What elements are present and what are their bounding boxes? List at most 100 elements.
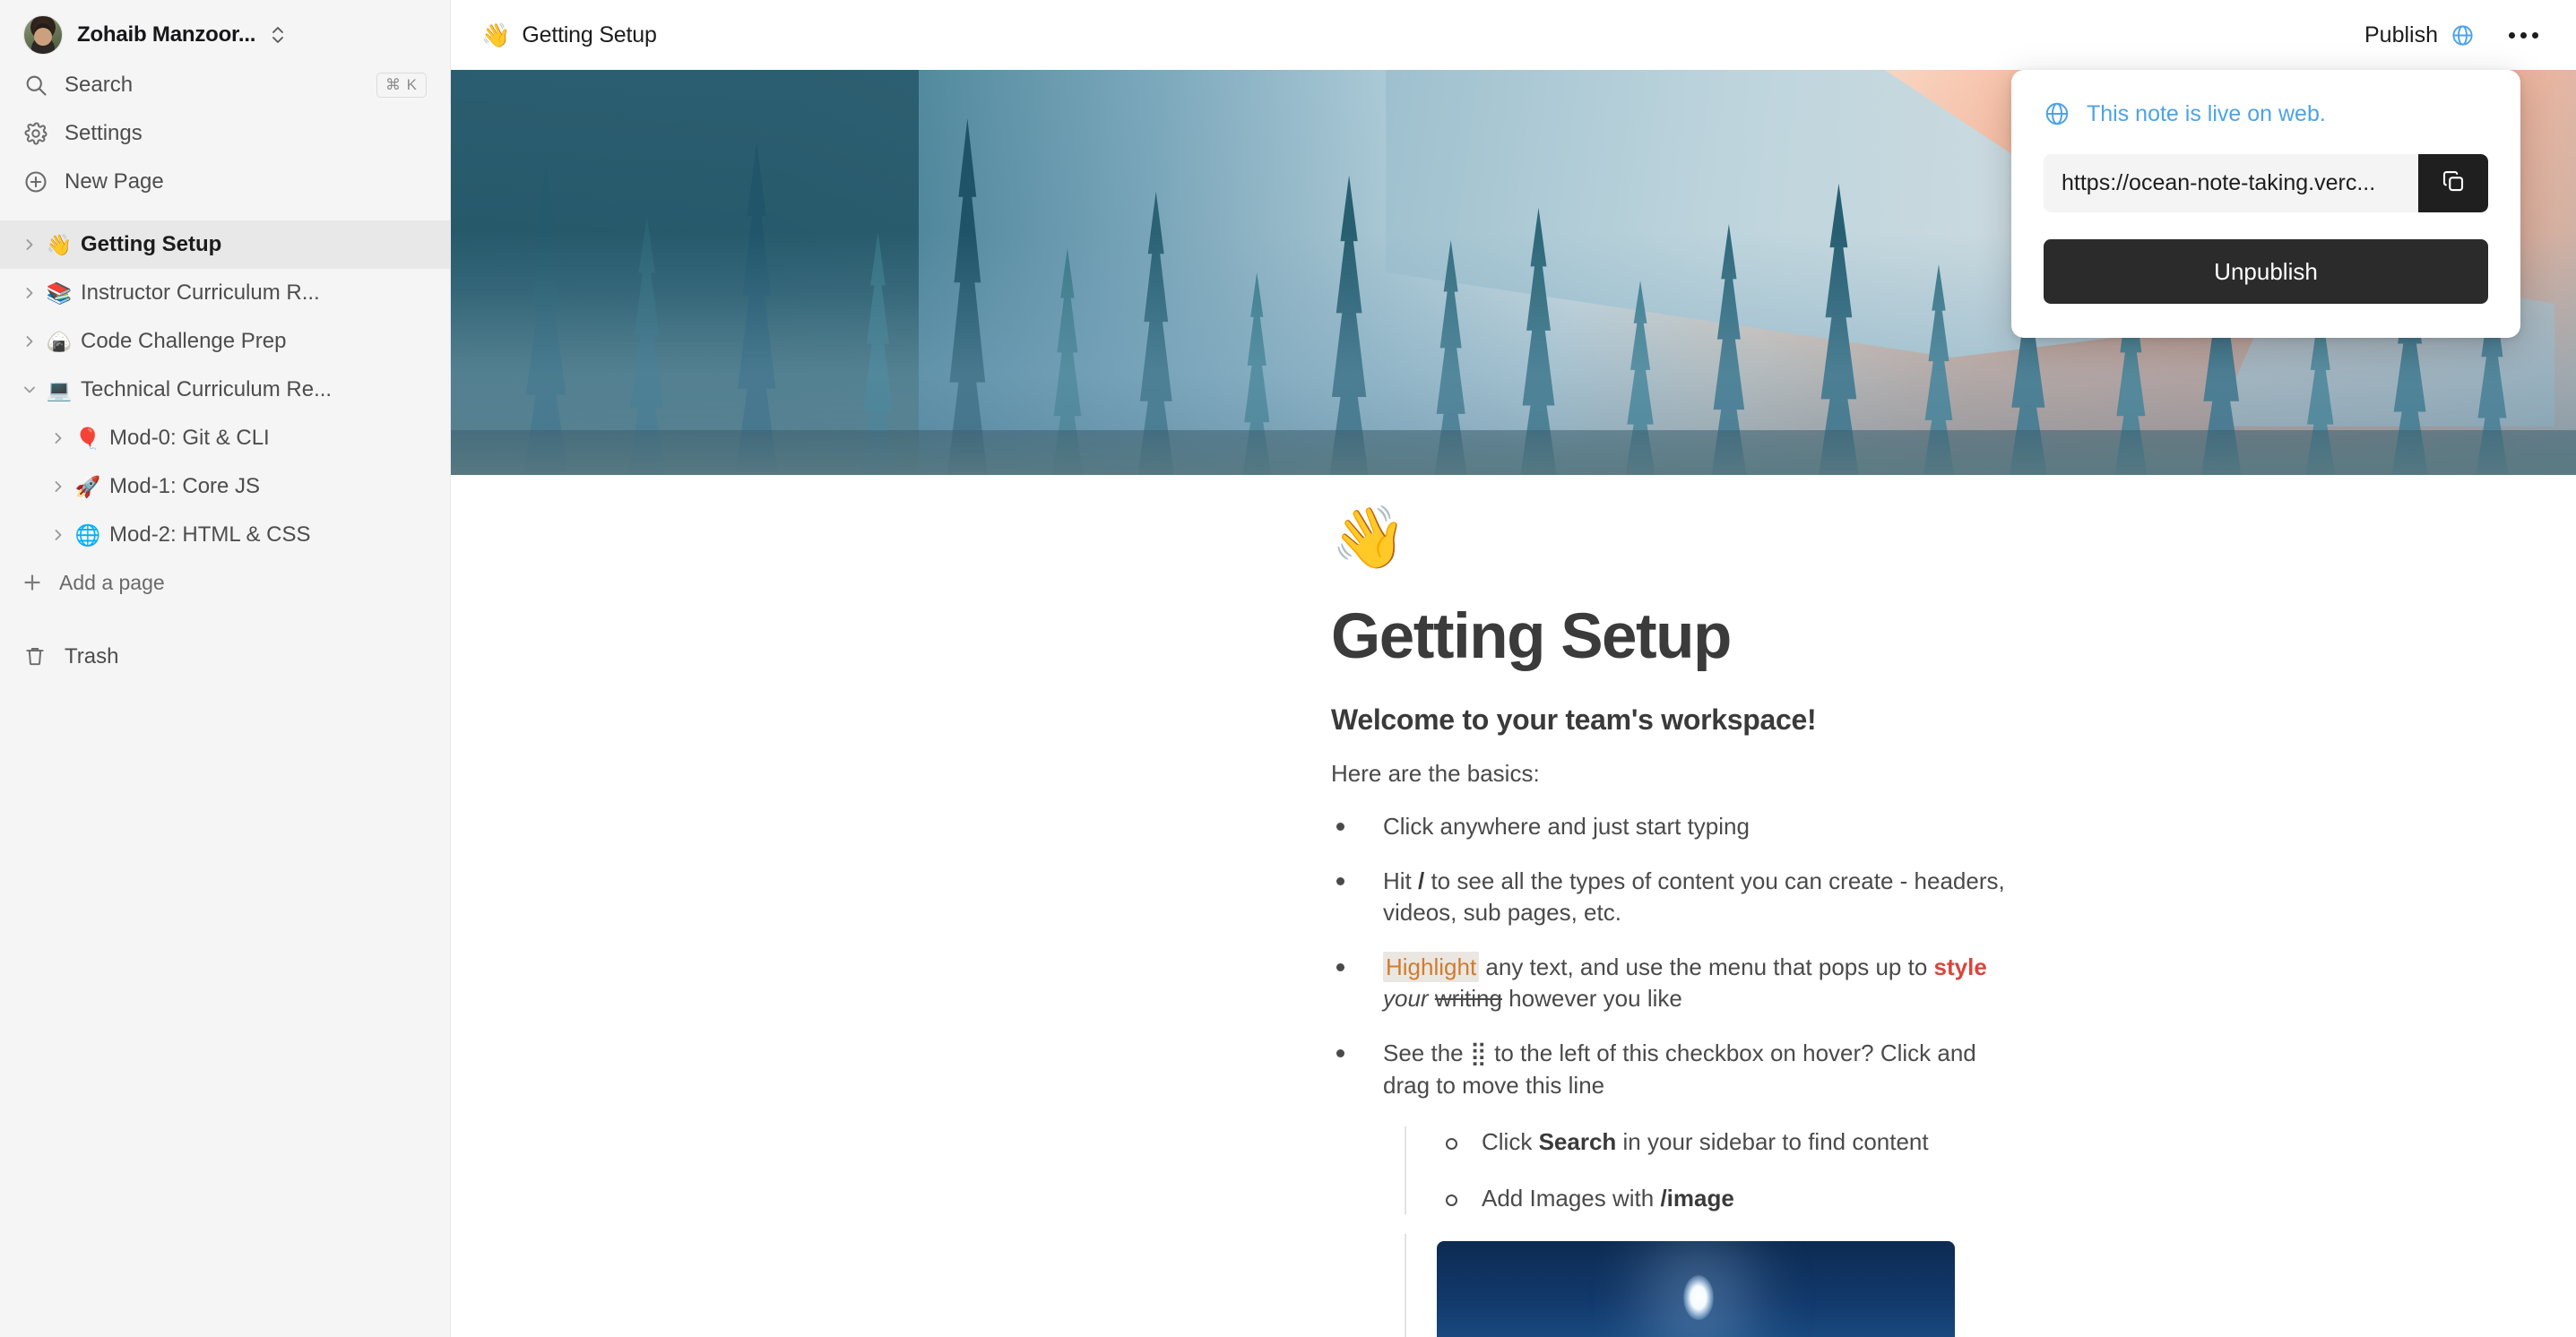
publish-label: Publish [2364, 22, 2438, 47]
breadcrumb-title: Getting Setup [522, 22, 657, 47]
page-emoji-icon: 🎈 [74, 426, 101, 450]
sidebar-page-mod-2[interactable]: 🌐 Mod-2: HTML & CSS [0, 511, 450, 559]
sidebar-page-mod-1[interactable]: 🚀 Mod-1: Core JS [0, 462, 450, 511]
bullet-text: any text, and use the menu that pops up … [1479, 953, 1934, 981]
moon-icon [1682, 1274, 1714, 1320]
globe-icon [2451, 23, 2475, 47]
search-shortcut: ⌘ K [376, 73, 427, 98]
moonlit-lake-image[interactable] [1437, 1240, 1955, 1337]
image-hill-left [1437, 1335, 1727, 1337]
list-item[interactable]: Click Search in your sidebar to find con… [1437, 1126, 2028, 1158]
embedded-image-block[interactable] [1405, 1233, 2028, 1337]
red-bold-text: style [1933, 953, 1987, 981]
breadcrumb-emoji-icon: 👋 [481, 22, 511, 48]
sidebar-page-label: Technical Curriculum Re... [81, 377, 333, 401]
sidebar: Zohaib Manzoor... Search ⌘ K Settings Ne… [0, 0, 451, 1337]
sidebar-item-label: New Page [65, 169, 164, 194]
bullet-text-bold: /image [1660, 1184, 1734, 1212]
more-horizontal-icon[interactable] [2505, 25, 2542, 46]
publish-status-text: This note is live on web. [2087, 100, 2326, 126]
sidebar-page-label: Instructor Curriculum R... [81, 280, 320, 305]
sidebar-page-label: Mod-0: Git & CLI [109, 426, 270, 450]
list-item[interactable]: Hit / to see all the types of content yo… [1331, 866, 2028, 928]
page-intro-text[interactable]: Here are the basics: [1331, 760, 2028, 788]
sidebar-page-label: Mod-1: Core JS [109, 474, 261, 498]
sidebar-page-code-challenge-prep[interactable]: 🍙 Code Challenge Prep [0, 317, 450, 366]
bullet-text: Click [1482, 1127, 1539, 1155]
copy-url-button[interactable] [2418, 154, 2488, 212]
gear-icon [23, 121, 48, 146]
unpublish-button[interactable]: Unpublish [2044, 239, 2488, 304]
bullet-text: Hit [1383, 867, 1418, 895]
chevron-right-icon[interactable] [16, 231, 43, 258]
add-page-label: Add a page [59, 570, 165, 594]
bullet-list: Click anywhere and just start typing Hit… [1331, 811, 2028, 1337]
top-bar-actions: Publish [2364, 22, 2542, 48]
sidebar-item-label: Settings [65, 121, 143, 145]
sidebar-page-getting-setup[interactable]: 👋 Getting Setup [0, 220, 450, 269]
list-item[interactable]: See the ⣿ to the left of this checkbox o… [1331, 1038, 2028, 1337]
bullet-text: however you like [1501, 985, 1682, 1013]
bullet-text-bold: Search [1538, 1127, 1617, 1155]
page-tree: 👋 Getting Setup 📚 Instructor Curriculum … [0, 220, 450, 606]
page-emoji-icon[interactable]: 👋 [1331, 475, 2028, 568]
highlighted-text: Highlight [1383, 952, 1480, 983]
page-emoji-icon: 👋 [46, 232, 73, 256]
sidebar-page-label: Code Challenge Prep [81, 329, 287, 353]
chevron-right-icon[interactable] [16, 280, 43, 306]
sidebar-page-technical-curriculum[interactable]: 💻 Technical Curriculum Re... [0, 366, 450, 414]
trash-icon [23, 644, 48, 669]
app-root: Zohaib Manzoor... Search ⌘ K Settings Ne… [0, 0, 2576, 1337]
list-item[interactable]: Click anywhere and just start typing [1331, 811, 2028, 842]
chevron-right-icon[interactable] [45, 473, 72, 500]
main-area: 👋 Getting Setup Publish 👋 Getting Setup … [451, 0, 2576, 1337]
list-item[interactable]: Add Images with /image [1437, 1183, 2028, 1214]
sidebar-page-mod-0[interactable]: 🎈 Mod-0: Git & CLI [0, 414, 450, 462]
page-title[interactable]: Getting Setup [1331, 600, 2028, 673]
page-emoji-icon: 🚀 [74, 474, 101, 498]
publish-popover: This note is live on web. https://ocean-… [2011, 70, 2520, 338]
chevron-up-down-icon [270, 22, 286, 48]
sidebar-item-trash[interactable]: Trash [0, 633, 450, 681]
workspace-name: Zohaib Manzoor... [77, 22, 256, 47]
italic-text: your [1383, 985, 1429, 1013]
page-emoji-icon: 🍙 [46, 329, 73, 353]
cover-ground [451, 430, 2576, 475]
sidebar-page-label: Mod-2: HTML & CSS [109, 522, 311, 547]
sidebar-page-instructor-curriculum[interactable]: 📚 Instructor Curriculum R... [0, 269, 450, 317]
document-content: 👋 Getting Setup Welcome to your team's w… [451, 475, 2576, 1337]
bullet-text: Add Images with [1482, 1184, 1661, 1212]
breadcrumb[interactable]: 👋 Getting Setup [481, 22, 657, 48]
add-page-button[interactable]: Add a page [0, 559, 450, 606]
chevron-down-icon[interactable] [16, 376, 43, 403]
publish-button[interactable]: Publish [2364, 22, 2475, 48]
workspace-switcher[interactable]: Zohaib Manzoor... [0, 9, 450, 61]
sidebar-item-new-page[interactable]: New Page [0, 158, 450, 206]
sidebar-item-label: Search [65, 73, 134, 97]
bullet-text: in your sidebar to find content [1616, 1127, 1929, 1155]
sub-bullet-list: Click Search in your sidebar to find con… [1405, 1126, 2028, 1214]
chevron-right-icon[interactable] [16, 328, 43, 355]
globe-icon [2044, 100, 2070, 127]
page-emoji-icon: 🌐 [74, 522, 101, 547]
published-url-value[interactable]: https://ocean-note-taking.verc... [2044, 154, 2418, 212]
page-emoji-icon: 💻 [46, 377, 73, 401]
trash-label: Trash [65, 644, 119, 668]
bullet-space [1429, 985, 1435, 1012]
search-icon [23, 73, 48, 98]
plus-circle-icon [23, 169, 48, 194]
published-url-row: https://ocean-note-taking.verc... [2044, 154, 2488, 212]
strikethrough-text: writing [1434, 985, 1502, 1013]
chevron-right-icon[interactable] [45, 522, 72, 548]
list-item[interactable]: Highlight any text, and use the menu tha… [1331, 952, 2028, 1014]
sidebar-item-settings[interactable]: Settings [0, 109, 450, 158]
document-body: 👋 Getting Setup Welcome to your team's w… [451, 475, 2028, 1337]
sidebar-page-label: Getting Setup [81, 232, 222, 256]
page-subheading[interactable]: Welcome to your team's workspace! [1331, 703, 2028, 737]
sidebar-item-search[interactable]: Search ⌘ K [0, 61, 450, 109]
copy-icon [2440, 168, 2467, 199]
page-emoji-icon: 📚 [46, 280, 73, 305]
bullet-text: See the [1383, 1039, 1470, 1067]
chevron-right-icon[interactable] [45, 425, 72, 452]
publish-status-row: This note is live on web. [2044, 100, 2488, 127]
